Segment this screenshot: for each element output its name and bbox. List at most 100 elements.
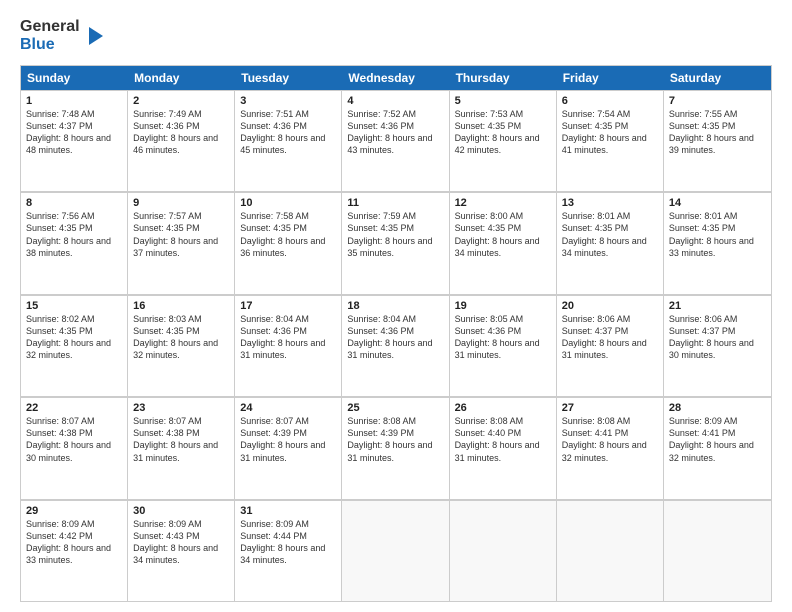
sunset-label: Sunset: 4:36 PM — [455, 326, 522, 336]
daylight-label: Daylight: 8 hours and 32 minutes. — [133, 338, 218, 360]
daylight-label: Daylight: 8 hours and 31 minutes. — [240, 440, 325, 462]
header-friday: Friday — [557, 66, 664, 90]
day-cell-27: 27 Sunrise: 8:08 AM Sunset: 4:41 PM Dayl… — [557, 398, 664, 498]
daylight-label: Daylight: 8 hours and 30 minutes. — [669, 338, 754, 360]
day-cell-28: 28 Sunrise: 8:09 AM Sunset: 4:41 PM Dayl… — [664, 398, 771, 498]
cell-info: Sunrise: 8:01 AM Sunset: 4:35 PM Dayligh… — [669, 210, 766, 259]
day-number: 10 — [240, 197, 336, 209]
cell-info: Sunrise: 8:09 AM Sunset: 4:44 PM Dayligh… — [240, 518, 336, 567]
day-number: 1 — [26, 95, 122, 107]
sunrise-label: Sunrise: 8:01 AM — [669, 211, 738, 221]
header: General Blue — [20, 18, 772, 55]
week-row-2: 8 Sunrise: 7:56 AM Sunset: 4:35 PM Dayli… — [21, 192, 771, 294]
day-number: 5 — [455, 95, 551, 107]
daylight-label: Daylight: 8 hours and 30 minutes. — [26, 440, 111, 462]
sunset-label: Sunset: 4:35 PM — [562, 223, 629, 233]
day-number: 13 — [562, 197, 658, 209]
sunrise-label: Sunrise: 7:57 AM — [133, 211, 202, 221]
daylight-label: Daylight: 8 hours and 43 minutes. — [347, 133, 432, 155]
cell-info: Sunrise: 8:00 AM Sunset: 4:35 PM Dayligh… — [455, 210, 551, 259]
cell-info: Sunrise: 8:06 AM Sunset: 4:37 PM Dayligh… — [562, 313, 658, 362]
day-number: 25 — [347, 402, 443, 414]
day-cell-13: 13 Sunrise: 8:01 AM Sunset: 4:35 PM Dayl… — [557, 193, 664, 293]
day-cell-18: 18 Sunrise: 8:04 AM Sunset: 4:36 PM Dayl… — [342, 296, 449, 396]
sunset-label: Sunset: 4:39 PM — [347, 428, 414, 438]
logo: General Blue — [20, 18, 105, 55]
daylight-label: Daylight: 8 hours and 36 minutes. — [240, 236, 325, 258]
sunrise-label: Sunrise: 8:08 AM — [455, 416, 524, 426]
day-number: 2 — [133, 95, 229, 107]
day-cell-11: 11 Sunrise: 7:59 AM Sunset: 4:35 PM Dayl… — [342, 193, 449, 293]
sunset-label: Sunset: 4:35 PM — [240, 223, 307, 233]
day-cell-16: 16 Sunrise: 8:03 AM Sunset: 4:35 PM Dayl… — [128, 296, 235, 396]
daylight-label: Daylight: 8 hours and 32 minutes. — [562, 440, 647, 462]
day-cell-24: 24 Sunrise: 8:07 AM Sunset: 4:39 PM Dayl… — [235, 398, 342, 498]
cell-info: Sunrise: 8:04 AM Sunset: 4:36 PM Dayligh… — [347, 313, 443, 362]
calendar-header: SundayMondayTuesdayWednesdayThursdayFrid… — [20, 65, 772, 90]
daylight-label: Daylight: 8 hours and 33 minutes. — [26, 543, 111, 565]
day-number: 30 — [133, 505, 229, 517]
day-cell-17: 17 Sunrise: 8:04 AM Sunset: 4:36 PM Dayl… — [235, 296, 342, 396]
day-cell-23: 23 Sunrise: 8:07 AM Sunset: 4:38 PM Dayl… — [128, 398, 235, 498]
day-cell-5: 5 Sunrise: 7:53 AM Sunset: 4:35 PM Dayli… — [450, 91, 557, 191]
sunrise-label: Sunrise: 8:00 AM — [455, 211, 524, 221]
empty-cell — [342, 501, 449, 601]
header-thursday: Thursday — [450, 66, 557, 90]
sunset-label: Sunset: 4:38 PM — [133, 428, 200, 438]
day-number: 3 — [240, 95, 336, 107]
daylight-label: Daylight: 8 hours and 31 minutes. — [455, 440, 540, 462]
daylight-label: Daylight: 8 hours and 31 minutes. — [455, 338, 540, 360]
sunrise-label: Sunrise: 8:07 AM — [133, 416, 202, 426]
sunset-label: Sunset: 4:37 PM — [669, 326, 736, 336]
cell-info: Sunrise: 8:09 AM Sunset: 4:42 PM Dayligh… — [26, 518, 122, 567]
cell-info: Sunrise: 7:58 AM Sunset: 4:35 PM Dayligh… — [240, 210, 336, 259]
sunrise-label: Sunrise: 7:49 AM — [133, 109, 202, 119]
week-row-5: 29 Sunrise: 8:09 AM Sunset: 4:42 PM Dayl… — [21, 500, 771, 601]
cell-info: Sunrise: 7:49 AM Sunset: 4:36 PM Dayligh… — [133, 108, 229, 157]
sunrise-label: Sunrise: 8:08 AM — [562, 416, 631, 426]
day-cell-26: 26 Sunrise: 8:08 AM Sunset: 4:40 PM Dayl… — [450, 398, 557, 498]
day-cell-25: 25 Sunrise: 8:08 AM Sunset: 4:39 PM Dayl… — [342, 398, 449, 498]
daylight-label: Daylight: 8 hours and 31 minutes. — [562, 338, 647, 360]
day-number: 12 — [455, 197, 551, 209]
sunrise-label: Sunrise: 7:51 AM — [240, 109, 309, 119]
sunset-label: Sunset: 4:35 PM — [669, 223, 736, 233]
header-saturday: Saturday — [664, 66, 771, 90]
calendar: SundayMondayTuesdayWednesdayThursdayFrid… — [20, 65, 772, 602]
daylight-label: Daylight: 8 hours and 31 minutes. — [240, 338, 325, 360]
empty-cell — [664, 501, 771, 601]
header-tuesday: Tuesday — [235, 66, 342, 90]
sunrise-label: Sunrise: 7:59 AM — [347, 211, 416, 221]
empty-cell — [450, 501, 557, 601]
cell-info: Sunrise: 8:05 AM Sunset: 4:36 PM Dayligh… — [455, 313, 551, 362]
cell-info: Sunrise: 7:55 AM Sunset: 4:35 PM Dayligh… — [669, 108, 766, 157]
day-cell-15: 15 Sunrise: 8:02 AM Sunset: 4:35 PM Dayl… — [21, 296, 128, 396]
sunset-label: Sunset: 4:36 PM — [347, 326, 414, 336]
sunset-label: Sunset: 4:42 PM — [26, 531, 93, 541]
day-number: 18 — [347, 300, 443, 312]
sunset-label: Sunset: 4:35 PM — [26, 326, 93, 336]
week-row-1: 1 Sunrise: 7:48 AM Sunset: 4:37 PM Dayli… — [21, 90, 771, 192]
day-cell-3: 3 Sunrise: 7:51 AM Sunset: 4:36 PM Dayli… — [235, 91, 342, 191]
sunset-label: Sunset: 4:35 PM — [347, 223, 414, 233]
sunset-label: Sunset: 4:35 PM — [133, 223, 200, 233]
sunrise-label: Sunrise: 8:03 AM — [133, 314, 202, 324]
sunset-label: Sunset: 4:44 PM — [240, 531, 307, 541]
sunrise-label: Sunrise: 8:06 AM — [669, 314, 738, 324]
day-number: 16 — [133, 300, 229, 312]
day-number: 23 — [133, 402, 229, 414]
day-cell-22: 22 Sunrise: 8:07 AM Sunset: 4:38 PM Dayl… — [21, 398, 128, 498]
daylight-label: Daylight: 8 hours and 37 minutes. — [133, 236, 218, 258]
daylight-label: Daylight: 8 hours and 32 minutes. — [26, 338, 111, 360]
day-number: 29 — [26, 505, 122, 517]
cell-info: Sunrise: 7:51 AM Sunset: 4:36 PM Dayligh… — [240, 108, 336, 157]
daylight-label: Daylight: 8 hours and 31 minutes. — [133, 440, 218, 462]
day-number: 28 — [669, 402, 766, 414]
sunset-label: Sunset: 4:38 PM — [26, 428, 93, 438]
daylight-label: Daylight: 8 hours and 34 minutes. — [455, 236, 540, 258]
day-cell-20: 20 Sunrise: 8:06 AM Sunset: 4:37 PM Dayl… — [557, 296, 664, 396]
sunrise-label: Sunrise: 8:04 AM — [347, 314, 416, 324]
sunrise-label: Sunrise: 7:54 AM — [562, 109, 631, 119]
day-number: 9 — [133, 197, 229, 209]
day-number: 21 — [669, 300, 766, 312]
